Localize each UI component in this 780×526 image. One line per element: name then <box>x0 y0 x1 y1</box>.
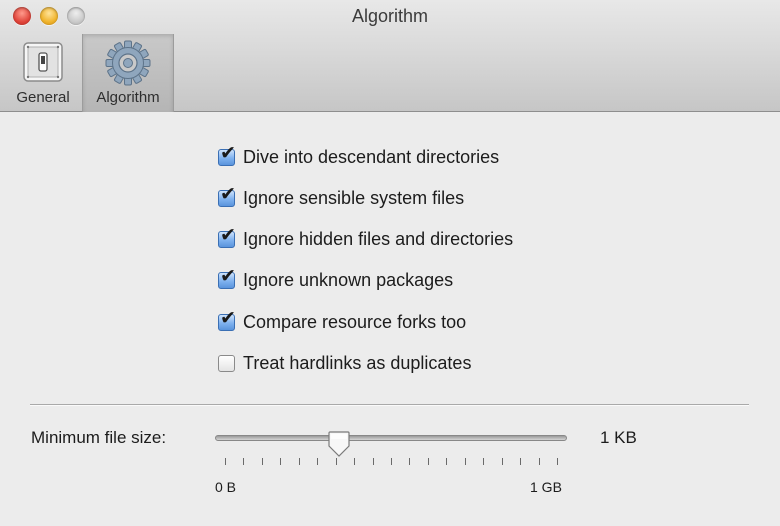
slider-tick <box>520 458 522 465</box>
slider-tick <box>261 458 263 465</box>
toolbar-item-algorithm[interactable]: Algorithm <box>82 34 174 112</box>
option-label: Dive into descendant directories <box>243 146 500 167</box>
toolbar-label-algorithm: Algorithm <box>96 89 160 106</box>
option-ignore-sensible-system-files[interactable]: ✔ Ignore sensible system files <box>218 184 465 210</box>
slider-tick <box>538 458 540 465</box>
checkmark-icon: ✔ <box>220 223 236 246</box>
option-label: Treat hardlinks as duplicates <box>243 352 472 373</box>
minimum-file-size-slider[interactable] <box>215 431 567 457</box>
slider-tick <box>557 458 558 465</box>
option-label: Ignore unknown packages <box>243 269 454 290</box>
slider-tick <box>335 458 337 465</box>
checkbox[interactable]: ✔ <box>218 308 236 331</box>
slider-tick <box>391 458 392 465</box>
slider-tick <box>483 458 485 465</box>
slider-tick <box>372 458 374 465</box>
toolbar-item-general[interactable]: General <box>6 34 80 112</box>
slider-tick <box>298 458 300 465</box>
checkbox[interactable] <box>218 354 235 372</box>
preferences-window: Algorithm General Algorithm ✔ Dive into … <box>0 0 780 526</box>
slider-tick <box>427 458 429 465</box>
checkmark-icon: ✔ <box>220 141 236 164</box>
option-label: Compare resource forks too <box>243 311 467 332</box>
slider-tick <box>225 458 226 465</box>
option-dive-into-descendant-directories[interactable]: ✔ Dive into descendant directories <box>218 143 500 169</box>
slider-tick <box>243 458 245 465</box>
slider-min-label: 0 B <box>215 479 237 495</box>
window-title: Algorithm <box>351 6 429 26</box>
slider-tick <box>409 458 411 465</box>
slider-thumb[interactable] <box>327 431 351 457</box>
slider-tick <box>446 458 448 465</box>
minimum-file-size-label: Minimum file size: <box>31 428 167 447</box>
slider-tick <box>280 458 282 465</box>
checkmark-icon: ✔ <box>220 182 236 205</box>
slider-tick <box>464 458 466 465</box>
minimum-file-size-value: 1 KB <box>600 428 637 447</box>
option-ignore-hidden-files-and-directories[interactable]: ✔ Ignore hidden files and directories <box>218 225 514 251</box>
toolbar-label-general: General <box>16 89 70 106</box>
gear-icon <box>105 40 151 91</box>
checkmark-icon: ✔ <box>220 264 236 287</box>
checkbox[interactable]: ✔ <box>218 184 236 207</box>
slider-tick <box>354 458 356 465</box>
option-label: Ignore hidden files and directories <box>243 228 514 249</box>
checkbox[interactable]: ✔ <box>218 225 236 248</box>
slider-tick <box>501 458 503 465</box>
title-bar: Algorithm General Algorithm <box>0 0 780 112</box>
option-label: Ignore sensible system files <box>243 187 465 208</box>
toggle-switch-icon <box>21 40 65 89</box>
option-ignore-unknown-packages[interactable]: ✔ Ignore unknown packages <box>218 266 454 292</box>
checkbox[interactable]: ✔ <box>218 266 236 289</box>
checkmark-icon: ✔ <box>220 306 236 329</box>
slider-max-label: 1 GB <box>530 479 562 495</box>
option-treat-hardlinks-as-duplicates[interactable]: Treat hardlinks as duplicates <box>218 351 471 375</box>
slider-tick <box>317 458 319 465</box>
checkbox[interactable]: ✔ <box>218 143 236 166</box>
option-compare-resource-forks-too[interactable]: ✔ Compare resource forks too <box>218 308 467 334</box>
separator <box>30 404 749 406</box>
